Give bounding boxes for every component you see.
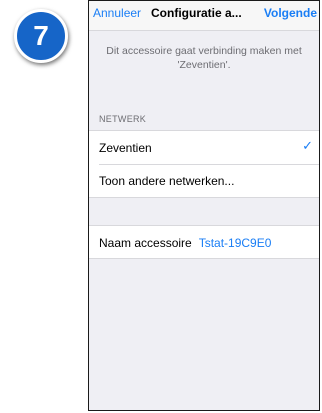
cancel-button[interactable]: Annuleer xyxy=(93,6,141,20)
show-other-networks-item[interactable]: Toon andere netwerken... xyxy=(89,164,319,197)
network-item-label: Zeventien xyxy=(99,140,152,155)
step-number-badge: 7 xyxy=(14,9,68,63)
network-item-label: Toon andere netwerken... xyxy=(99,173,235,188)
screenshot-stage: 7 Annuleer Configuratie a... Volgende Di… xyxy=(0,0,322,413)
checkmark-icon: ✓ xyxy=(302,139,313,154)
next-button[interactable]: Volgende xyxy=(264,6,317,20)
network-item-zeventien[interactable]: Zeventien ✓ xyxy=(89,131,319,164)
navigation-bar: Annuleer Configuratie a... Volgende xyxy=(89,1,319,31)
connection-description: Dit accessoire gaat verbinding maken met… xyxy=(106,45,302,71)
accessory-name-group: Naam accessoire Tstat-19C9E0 xyxy=(89,225,319,259)
accessory-name-row[interactable]: Naam accessoire Tstat-19C9E0 xyxy=(89,226,319,259)
phone-screen: Annuleer Configuratie a... Volgende Dit … xyxy=(88,0,320,411)
accessory-name-label: Naam accessoire xyxy=(99,235,192,250)
network-list: Zeventien ✓ Toon andere netwerken... xyxy=(89,130,319,198)
accessory-name-value[interactable]: Tstat-19C9E0 xyxy=(199,236,272,250)
page-title: Configuratie a... xyxy=(151,6,242,20)
network-section-header: NETWERK xyxy=(99,114,147,124)
